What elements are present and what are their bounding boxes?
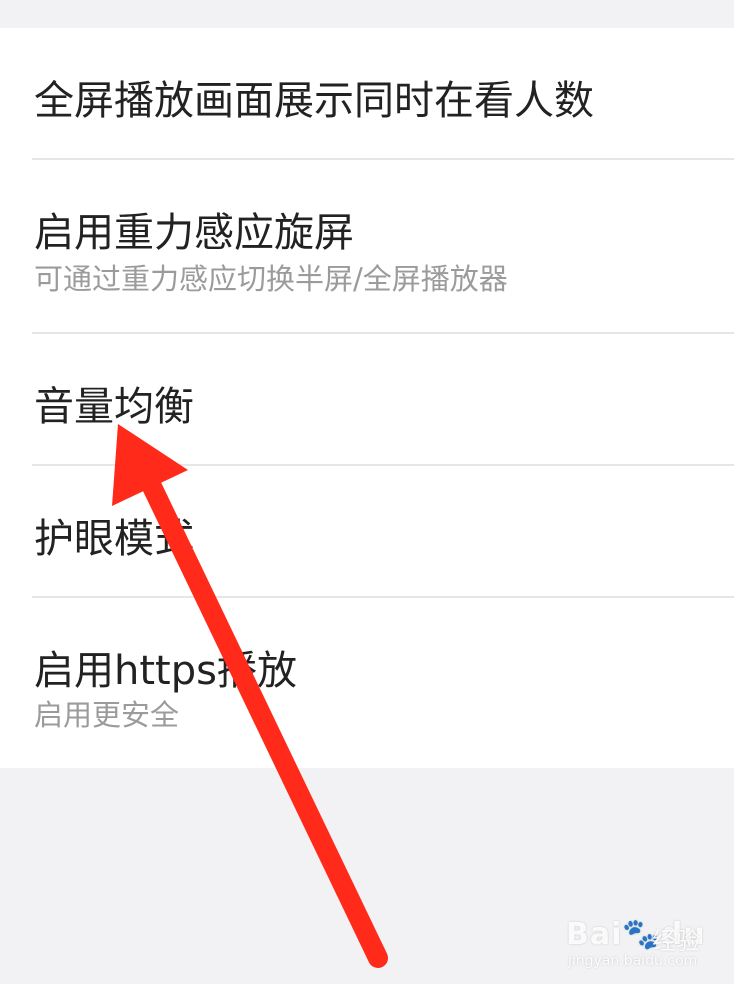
- setting-title: 护眼模式: [34, 516, 194, 562]
- setting-eye-protection[interactable]: 护眼模式: [0, 466, 734, 596]
- settings-panel: 全屏播放画面展示同时在看人数 启用重力感应旋屏 可通过重力感应切换半屏/全屏播放…: [0, 28, 734, 768]
- setting-title: 启用https播放: [34, 648, 297, 694]
- watermark-cn: 经验: [652, 927, 700, 955]
- setting-subtitle: 启用更安全: [34, 698, 180, 732]
- setting-gravity-rotate[interactable]: 启用重力感应旋屏 可通过重力感应切换半屏/全屏播放器: [0, 160, 734, 332]
- setting-title: 音量均衡: [34, 384, 194, 430]
- setting-subtitle: 可通过重力感应切换半屏/全屏播放器: [34, 262, 508, 296]
- setting-https-play[interactable]: 启用https播放 启用更安全: [0, 598, 734, 768]
- watermark-url: jingyan.baidu.com: [568, 953, 698, 969]
- baidu-watermark: Bai🐾du 经验 jingyan.baidu.com: [560, 905, 720, 975]
- setting-volume-balance[interactable]: 音量均衡: [0, 334, 734, 464]
- setting-show-viewers[interactable]: 全屏播放画面展示同时在看人数: [0, 28, 734, 160]
- setting-title: 全屏播放画面展示同时在看人数: [34, 78, 594, 124]
- setting-title: 启用重力感应旋屏: [34, 210, 354, 256]
